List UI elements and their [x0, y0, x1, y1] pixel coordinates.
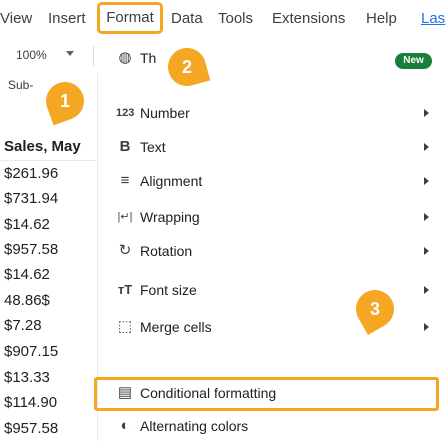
cell-sub-text: Sub- [8, 78, 34, 92]
chevron-right-icon [424, 213, 429, 221]
align-icon: ≡ [120, 172, 130, 189]
wrap-icon: |↵| [117, 211, 133, 223]
menu-view[interactable]: View [0, 0, 32, 38]
menu-item-label: Th [140, 50, 157, 66]
menu-last-edit[interactable]: Las [421, 0, 445, 38]
bold-icon: B [119, 138, 131, 155]
marker-number: 1 [59, 91, 70, 111]
menu-item-label: Merge cells [140, 319, 212, 335]
chevron-right-icon [424, 247, 429, 255]
sales-cell[interactable]: $114.90 [4, 394, 57, 411]
conditional-format-icon: ▤ [117, 384, 133, 401]
chevron-right-icon [424, 109, 429, 117]
menu-insert[interactable]: Insert [48, 0, 86, 38]
menu-item-label: Conditional formatting [140, 385, 277, 401]
zoom-select[interactable]: 100% [16, 48, 47, 62]
menu-tools[interactable]: Tools [218, 0, 253, 38]
sales-cell[interactable]: $14.62 [4, 266, 50, 283]
menu-item-wrapping[interactable]: |↵| Wrapping [98, 201, 448, 235]
chevron-right-icon [424, 323, 429, 331]
sales-cell[interactable]: $957.58 [4, 241, 58, 258]
marker-number: 3 [369, 299, 380, 319]
chevron-down-icon[interactable] [66, 51, 74, 56]
marker-number: 2 [181, 57, 192, 77]
menu-item-label: Alignment [140, 173, 203, 189]
sales-cell[interactable]: $957.58 [4, 420, 58, 437]
rotation-icon: ↻ [118, 242, 132, 259]
sales-cell[interactable]: $261.96 [4, 165, 58, 182]
sales-may-header[interactable]: Sales, May [4, 138, 81, 155]
merge-icon: ⬚ [117, 318, 133, 335]
menu-item-label: Rotation [140, 243, 193, 259]
menu-item-theme[interactable]: ◍ Th New [98, 42, 448, 76]
menu-extensions[interactable]: Extensions [272, 0, 345, 38]
menu-bar: View Insert Format Data Tools Extensions… [0, 0, 448, 38]
menu-item-label: Font size [140, 282, 197, 298]
menu-item-alignment[interactable]: ≡ Alignment [98, 165, 448, 199]
alternating-colors-icon: ◐ [120, 417, 130, 434]
menu-item-label: Text [140, 139, 166, 155]
menu-item-label: Wrapping [140, 209, 200, 225]
chevron-right-icon [424, 286, 429, 294]
palette-icon: ◍ [118, 49, 132, 66]
sales-cell[interactable]: $907.15 [4, 343, 58, 360]
new-badge: New [395, 53, 432, 69]
menu-item-merge-cells[interactable]: ⬚ Merge cells [98, 311, 448, 345]
chevron-right-icon [424, 143, 429, 151]
menu-item-label: Number [140, 105, 190, 121]
font-size-icon: тT [117, 282, 133, 297]
menu-item-rotation[interactable]: ↻ Rotation [98, 235, 448, 269]
format-menu: ◍ Th New 123 Number B Text ≡ Alignment |… [94, 38, 448, 444]
sales-cell[interactable]: $14.62 [4, 216, 50, 233]
menu-item-label: Alternating colors [140, 418, 249, 434]
sales-cell[interactable]: $7.28 [4, 317, 42, 334]
sales-cell[interactable]: $731.94 [4, 190, 58, 207]
menu-data[interactable]: Data [171, 0, 203, 38]
row-divider [0, 160, 97, 161]
menu-format[interactable]: Format [97, 2, 163, 34]
sales-cell[interactable]: $13.33 [4, 369, 50, 386]
menu-item-alternating-colors[interactable]: ◐ Alternating colors [98, 410, 448, 444]
menu-item-number[interactable]: 123 Number [98, 97, 448, 131]
step-marker-2: 2 [163, 43, 211, 91]
step-marker-3: 3 [349, 283, 401, 335]
sales-cell[interactable]: 48.86$ [4, 292, 50, 309]
menu-item-conditional-formatting[interactable]: ▤ Conditional formatting [94, 377, 448, 411]
menu-item-font-size[interactable]: тT Font size [98, 274, 448, 308]
number-format-icon: 123 [116, 107, 135, 119]
menu-item-text[interactable]: B Text [98, 131, 448, 165]
step-marker-1: 1 [40, 76, 90, 126]
menu-help[interactable]: Help [366, 0, 397, 38]
chevron-right-icon [424, 177, 429, 185]
toolbar-divider [93, 46, 94, 66]
